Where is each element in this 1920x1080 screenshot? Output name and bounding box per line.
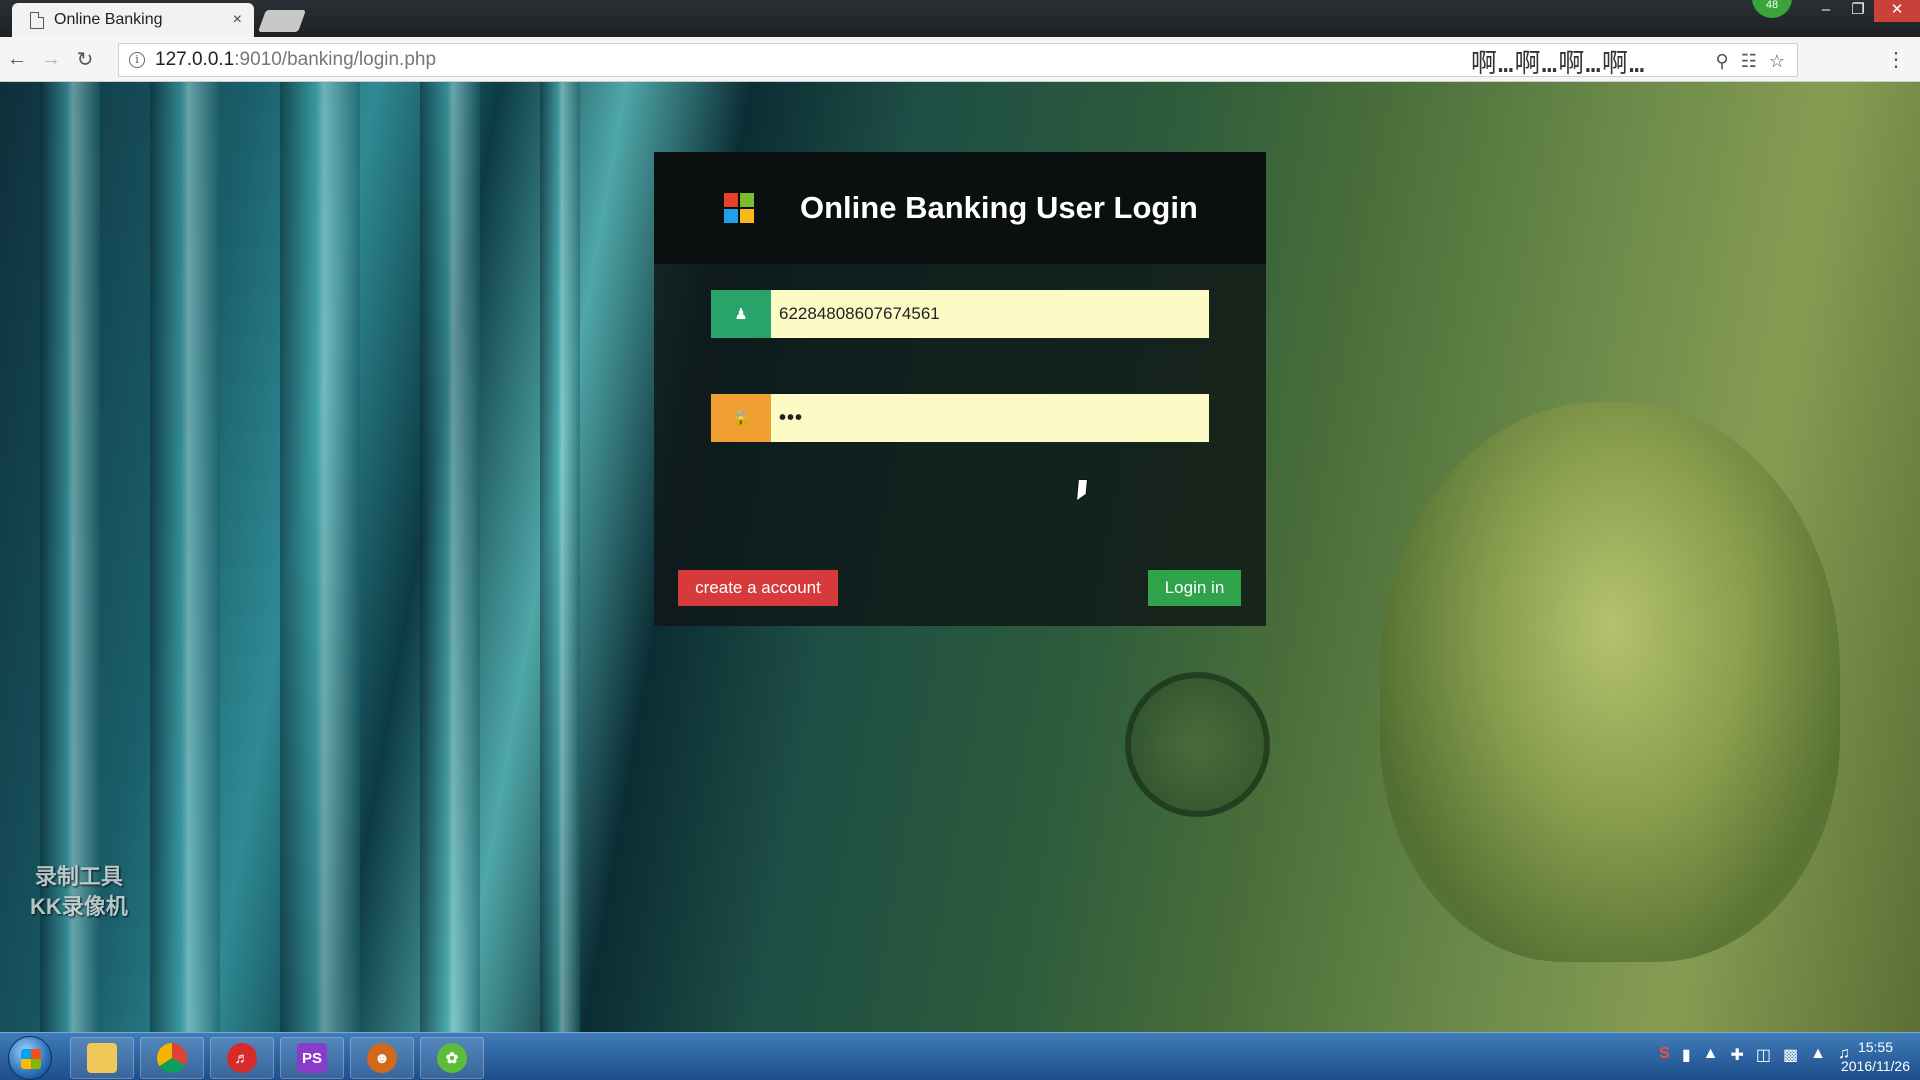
user-icon: ♟ [711, 290, 771, 338]
create-account-button[interactable]: create a account [678, 570, 838, 606]
menu-icon[interactable]: ⋮ [1886, 47, 1906, 72]
username-field: ♟ [711, 290, 1209, 338]
green-app-icon: ✿ [437, 1043, 467, 1073]
login-header: Online Banking User Login [654, 152, 1266, 264]
folder-icon [87, 1043, 117, 1073]
banknote-seal [1125, 672, 1270, 817]
maximize-icon[interactable]: ❐ [1842, 0, 1874, 22]
address-bar[interactable]: i 127.0.0.1 :9010/banking/login.php 啊…啊…… [118, 43, 1798, 80]
key-icon[interactable]: ⚲ [1716, 51, 1729, 72]
banknote-portrait [1380, 402, 1840, 962]
page-title: Online Banking User Login [800, 190, 1198, 225]
signal-icon[interactable]: ▲ [1810, 1045, 1826, 1065]
extension-text[interactable]: 啊…啊…啊…啊… [1471, 43, 1646, 80]
phpstorm-icon: PS [297, 1043, 327, 1073]
browser-toolbar: ← → ↻ i 127.0.0.1 :9010/banking/login.ph… [0, 37, 1920, 82]
taskbar-explorer[interactable] [70, 1037, 134, 1079]
browser-tab[interactable]: Online Banking × [12, 3, 254, 37]
tray-expand-icon[interactable]: ▲ [1703, 1045, 1719, 1065]
sogou-icon[interactable]: S [1659, 1045, 1670, 1065]
notification-badge: 48 [1752, 0, 1792, 18]
username-input[interactable] [771, 290, 1209, 338]
pillar-decoration [280, 82, 360, 1032]
reload-icon[interactable]: ↻ [68, 47, 102, 72]
login-panel: Online Banking User Login ♟ 🔒 create a a… [654, 152, 1266, 626]
browser-tab-bar: Online Banking × 48 – ❐ ✕ [0, 0, 1920, 37]
start-button[interactable] [8, 1036, 52, 1080]
pillar-decoration [420, 82, 480, 1032]
info-icon[interactable]: i [129, 52, 145, 68]
translate-icon[interactable]: ☷ [1741, 51, 1757, 72]
close-window-icon[interactable]: ✕ [1874, 0, 1920, 22]
minimize-icon[interactable]: – [1810, 0, 1842, 22]
windows-logo-icon [724, 193, 754, 223]
taskbar-app2[interactable]: ✿ [420, 1037, 484, 1079]
network-icon[interactable]: ▩ [1783, 1045, 1798, 1065]
taskbar: ♬ PS ☻ ✿ S ▮ ▲ ✚ ◫ ▩ ▲ ♫ 15:55 2016/11/2… [0, 1032, 1920, 1080]
lock-icon: 🔒 [711, 394, 771, 442]
chrome-icon [157, 1043, 187, 1073]
url-path: :9010/banking/login.php [234, 49, 437, 70]
page-icon [30, 11, 44, 29]
tab-title: Online Banking [54, 11, 163, 28]
tray-app-icon[interactable]: ✚ [1731, 1045, 1744, 1065]
recorder-watermark: 录制工具 KK录像机 [30, 862, 128, 922]
url-host: 127.0.0.1 [155, 49, 235, 70]
pillar-decoration [540, 82, 580, 1032]
back-icon[interactable]: ← [0, 48, 34, 71]
password-input[interactable] [771, 394, 1209, 442]
clock-time: 15:55 [1857, 1039, 1893, 1055]
music-app-icon: ♬ [227, 1043, 257, 1073]
taskbar-clock[interactable]: 15:55 2016/11/26 [1841, 1038, 1910, 1076]
battery-icon[interactable]: ▮ [1682, 1045, 1691, 1065]
forward-icon[interactable]: → [34, 48, 68, 71]
window-controls: – ❐ ✕ [1810, 0, 1920, 22]
taskbar-app[interactable]: ☻ [350, 1037, 414, 1079]
watermark-line1: 录制工具 [34, 864, 123, 889]
tab-close-icon[interactable]: × [233, 11, 242, 29]
taskbar-chrome[interactable] [140, 1037, 204, 1079]
clipboard-icon[interactable]: ◫ [1756, 1045, 1771, 1065]
password-field: 🔒 [711, 394, 1209, 442]
taskbar-music[interactable]: ♬ [210, 1037, 274, 1079]
new-tab-button[interactable] [257, 10, 307, 32]
bookmark-star-icon[interactable]: ☆ [1769, 51, 1785, 72]
login-button[interactable]: Login in [1148, 570, 1241, 606]
watermark-line2: KK录像机 [30, 894, 128, 919]
pillar-decoration [150, 82, 220, 1032]
clock-date: 2016/11/26 [1840, 1058, 1910, 1074]
system-tray: S ▮ ▲ ✚ ◫ ▩ ▲ ♫ [1659, 1045, 1850, 1065]
ninja-app-icon: ☻ [367, 1043, 397, 1073]
taskbar-phpstorm[interactable]: PS [280, 1037, 344, 1079]
